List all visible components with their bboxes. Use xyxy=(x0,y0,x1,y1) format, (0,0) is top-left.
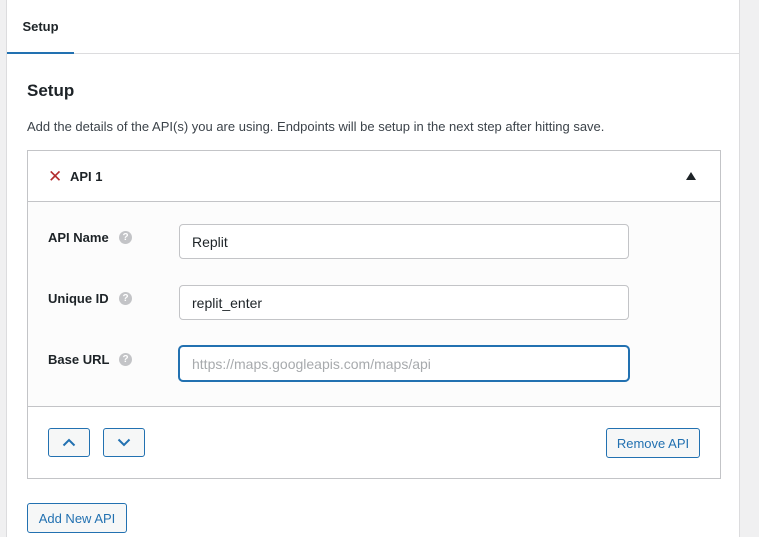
help-icon[interactable]: ? xyxy=(119,231,132,244)
section-description: Add the details of the API(s) you are us… xyxy=(27,119,605,134)
settings-panel: Setup Setup Add the details of the API(s… xyxy=(6,0,740,537)
help-icon[interactable]: ? xyxy=(119,353,132,366)
api-card: ✕ API 1 API Name ? Unique ID ? Base URL … xyxy=(27,150,721,479)
remove-api-button[interactable]: Remove API xyxy=(606,428,700,458)
api-card-body: API Name ? Unique ID ? Base URL ? xyxy=(28,202,720,407)
add-new-api-button[interactable]: Add New API xyxy=(27,503,127,533)
unique-id-input[interactable] xyxy=(179,285,629,320)
move-up-button[interactable] xyxy=(48,428,90,457)
base-url-label: Base URL xyxy=(48,352,110,367)
section-title: Setup xyxy=(27,81,75,100)
help-icon[interactable]: ? xyxy=(119,292,132,305)
move-down-button[interactable] xyxy=(103,428,145,457)
api-card-footer: Remove API xyxy=(28,407,720,480)
chevron-down-icon xyxy=(117,438,131,447)
api-name-input[interactable] xyxy=(179,224,629,259)
unique-id-label: Unique ID xyxy=(48,291,109,306)
api-card-title: API 1 xyxy=(70,169,103,184)
api-card-header[interactable]: ✕ API 1 xyxy=(28,151,720,202)
tab-setup[interactable]: Setup xyxy=(7,0,74,54)
base-url-input[interactable] xyxy=(179,346,629,381)
remove-api-x-icon[interactable]: ✕ xyxy=(48,168,62,186)
triangle-up-icon[interactable] xyxy=(686,172,696,180)
api-name-label: API Name xyxy=(48,230,109,245)
chevron-up-icon xyxy=(62,438,76,447)
tab-setup-label: Setup xyxy=(22,18,59,34)
tab-bar: Setup xyxy=(7,0,739,54)
